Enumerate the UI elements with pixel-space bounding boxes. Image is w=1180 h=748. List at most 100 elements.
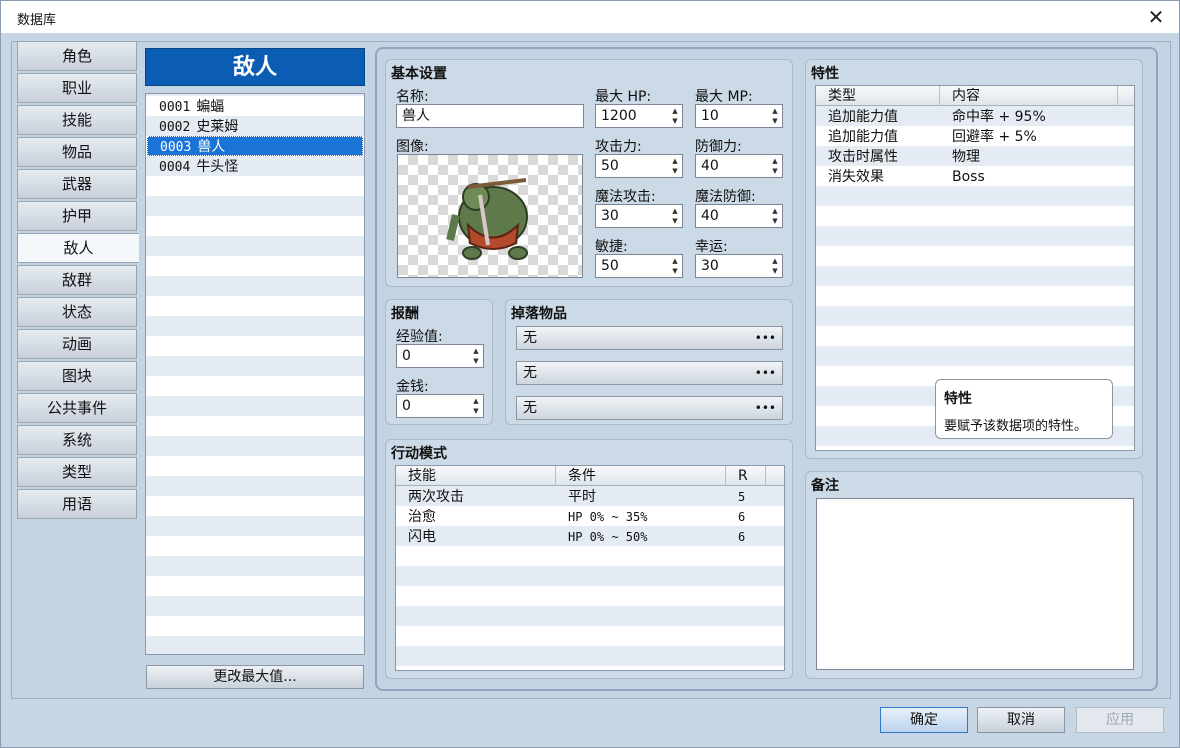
tab-animations[interactable]: 动画 [17, 329, 137, 359]
attack-value: 50 [601, 158, 619, 174]
tab-skills[interactable]: 技能 [17, 105, 137, 135]
enemy-image[interactable] [397, 154, 583, 278]
tab-types[interactable]: 类型 [17, 457, 137, 487]
list-item-number: 0003 [160, 140, 192, 155]
table-header: 技能 条件 R [396, 466, 784, 486]
exp-value: 0 [402, 348, 411, 364]
list-item-number: 0004 [159, 160, 191, 175]
action-condition[interactable]: HP 0% ~ 50% [568, 527, 647, 547]
trait-content[interactable]: Boss [952, 167, 985, 187]
list-item[interactable]: 0001 蝙蝠 [147, 97, 363, 117]
gold-value: 0 [402, 398, 411, 414]
group-title: 行动模式 [391, 446, 447, 462]
action-patterns-table[interactable]: 技能 条件 R 两次攻击 平时 5 治愈 HP 0% ~ 35% 6 闪电 HP… [395, 465, 785, 671]
tab-common-events[interactable]: 公共事件 [17, 393, 137, 423]
spin-arrows-icon[interactable]: ▲ ▼ [770, 206, 780, 226]
spin-arrows-icon[interactable]: ▲ ▼ [670, 156, 680, 176]
magic-defense-label: 魔法防御: [695, 189, 756, 205]
column-header-rating[interactable]: R [726, 466, 766, 486]
action-skill[interactable]: 两次攻击 [408, 487, 464, 507]
spin-arrows-icon[interactable]: ▲ ▼ [471, 396, 481, 416]
max-mp-value: 10 [701, 108, 719, 124]
spin-arrows-icon[interactable]: ▲ ▼ [770, 256, 780, 276]
attack-label: 攻击力: [595, 139, 642, 155]
ok-button[interactable]: 确定 [880, 707, 968, 733]
tab-troops[interactable]: 敌群 [17, 265, 137, 295]
action-rating[interactable]: 6 [738, 527, 745, 547]
spin-arrows-icon[interactable]: ▲ ▼ [670, 106, 680, 126]
exp-spinner[interactable]: 0 ▲ ▼ [396, 344, 484, 368]
spin-arrows-icon[interactable]: ▲ ▼ [770, 156, 780, 176]
list-item-name: 史莱姆 [196, 119, 239, 135]
note-textarea[interactable] [816, 498, 1134, 670]
exp-label: 经验值: [396, 329, 443, 345]
action-condition[interactable]: HP 0% ~ 35% [568, 507, 647, 527]
ellipsis-icon: ••• [754, 366, 776, 380]
trait-type[interactable]: 追加能力值 [828, 127, 898, 147]
trait-content[interactable]: 回避率 + 5% [952, 127, 1037, 147]
tab-armors[interactable]: 护甲 [17, 201, 137, 231]
spin-arrows-icon[interactable]: ▲ ▼ [471, 346, 481, 366]
enemy-list[interactable]: 0001 蝙蝠 0002 史莱姆 0003 兽人 0004 牛头怪 [145, 93, 365, 655]
apply-button[interactable]: 应用 [1076, 707, 1164, 733]
column-header-skill[interactable]: 技能 [396, 466, 556, 486]
traits-tooltip: 特性 要赋予该数据项的特性。 [935, 379, 1113, 439]
name-field[interactable]: 兽人 [396, 104, 584, 128]
spin-arrows-icon[interactable]: ▲ ▼ [670, 206, 680, 226]
tab-tilesets[interactable]: 图块 [17, 361, 137, 391]
spin-arrows-icon[interactable]: ▲ ▼ [770, 106, 780, 126]
action-skill[interactable]: 闪电 [408, 527, 436, 547]
luck-spinner[interactable]: 30 ▲ ▼ [695, 254, 783, 278]
tab-actors[interactable]: 角色 [17, 41, 137, 71]
list-item-name: 兽人 [197, 139, 226, 155]
trait-type[interactable]: 消失效果 [828, 167, 884, 187]
magic-defense-spinner[interactable]: 40 ▲ ▼ [695, 204, 783, 228]
drop-item-2-button[interactable]: 无 ••• [516, 361, 783, 385]
cancel-button[interactable]: 取消 [977, 707, 1065, 733]
magic-attack-spinner[interactable]: 30 ▲ ▼ [595, 204, 683, 228]
action-rating[interactable]: 6 [738, 507, 745, 527]
drop-item-1-button[interactable]: 无 ••• [516, 326, 783, 350]
action-rating[interactable]: 5 [738, 487, 745, 507]
group-title: 备注 [811, 478, 839, 494]
action-condition[interactable]: 平时 [568, 487, 596, 507]
trait-content[interactable]: 命中率 + 95% [952, 107, 1046, 127]
tab-terms[interactable]: 用语 [17, 489, 137, 519]
column-header-condition[interactable]: 条件 [556, 466, 726, 486]
name-label: 名称: [396, 89, 429, 105]
defense-spinner[interactable]: 40 ▲ ▼ [695, 154, 783, 178]
trait-type[interactable]: 攻击时属性 [828, 147, 898, 167]
list-item-selected[interactable]: 0003 兽人 [147, 136, 363, 156]
attack-spinner[interactable]: 50 ▲ ▼ [595, 154, 683, 178]
gold-spinner[interactable]: 0 ▲ ▼ [396, 394, 484, 418]
agility-spinner[interactable]: 50 ▲ ▼ [595, 254, 683, 278]
trait-type[interactable]: 追加能力值 [828, 107, 898, 127]
defense-label: 防御力: [695, 139, 742, 155]
group-title: 基本设置 [391, 66, 447, 82]
column-header-type[interactable]: 类型 [816, 86, 940, 106]
list-item-name: 蝙蝠 [196, 99, 225, 115]
action-skill[interactable]: 治愈 [408, 507, 436, 527]
spin-arrows-icon[interactable]: ▲ ▼ [670, 256, 680, 276]
list-item[interactable]: 0004 牛头怪 [147, 157, 363, 177]
title-bar: 数据库 ✕ [1, 1, 1179, 33]
trait-content[interactable]: 物理 [952, 147, 980, 167]
max-mp-spinner[interactable]: 10 ▲ ▼ [695, 104, 783, 128]
drop-item-label: 无 [523, 400, 537, 416]
close-icon[interactable]: ✕ [1143, 5, 1169, 29]
tab-system[interactable]: 系统 [17, 425, 137, 455]
drop-item-3-button[interactable]: 无 ••• [516, 396, 783, 420]
defense-value: 40 [701, 158, 719, 174]
tab-items[interactable]: 物品 [17, 137, 137, 167]
tab-classes[interactable]: 职业 [17, 73, 137, 103]
tab-enemies[interactable]: 敌人 [17, 233, 139, 263]
tab-states[interactable]: 状态 [17, 297, 137, 327]
list-header: 敌人 [145, 48, 365, 86]
column-header-content[interactable]: 内容 [940, 86, 1118, 106]
max-hp-spinner[interactable]: 1200 ▲ ▼ [595, 104, 683, 128]
list-item[interactable]: 0002 史莱姆 [147, 117, 363, 137]
image-label: 图像: [396, 139, 429, 155]
change-max-button[interactable]: 更改最大值... [146, 665, 364, 689]
tab-weapons[interactable]: 武器 [17, 169, 137, 199]
group-title: 报酬 [391, 306, 419, 322]
